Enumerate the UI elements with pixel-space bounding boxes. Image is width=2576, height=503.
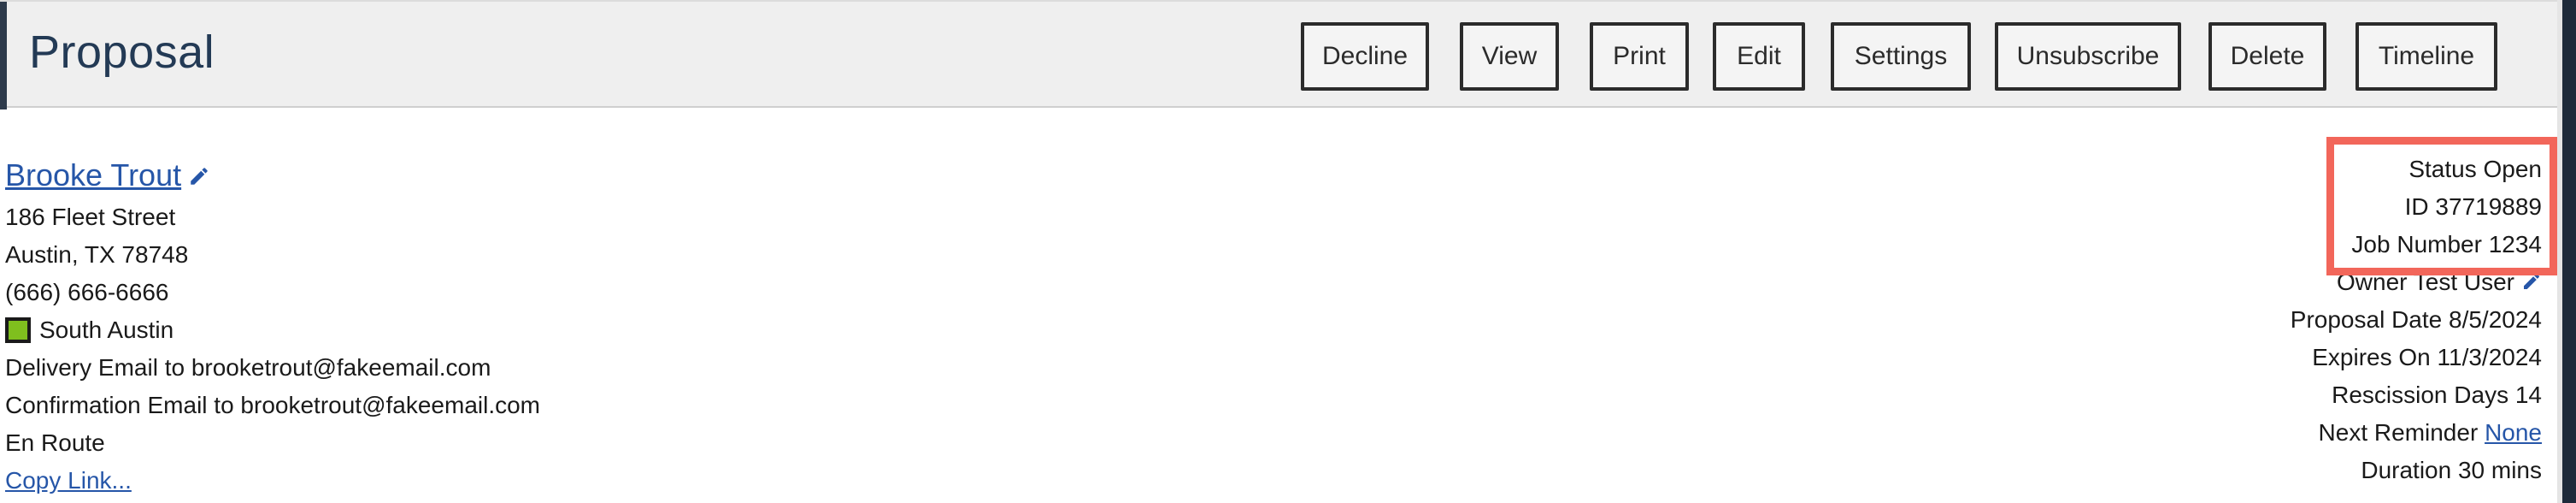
contact-name-link[interactable]: Brooke Trout [5, 157, 181, 192]
edit-pencil-icon[interactable] [188, 154, 210, 200]
delete-button[interactable]: Delete [2208, 22, 2326, 91]
rescission-days-value: Rescission Days 14 [2332, 382, 2542, 408]
print-button[interactable]: Print [1590, 22, 1689, 91]
territory-color-swatch [5, 317, 31, 343]
next-reminder-link[interactable]: None [2485, 419, 2542, 446]
address-line-1: 186 Fleet Street [5, 204, 176, 230]
header-accent-rule [0, 2, 7, 109]
duration-value: Duration 30 mins [2361, 457, 2542, 483]
status-note: En Route [5, 429, 105, 456]
copy-link[interactable]: Copy Link... [5, 467, 132, 494]
proposal-date-value: Proposal Date 8/5/2024 [2290, 306, 2542, 333]
contact-name-row: Brooke Trout [5, 152, 540, 198]
settings-button[interactable]: Settings [1831, 22, 1971, 91]
next-reminder-label: Next Reminder [2318, 419, 2479, 446]
page-header: Proposal Decline View Print Edit Setting… [0, 0, 2576, 109]
next-reminder-row: Next Reminder None [2291, 414, 2542, 452]
contact-info: Brooke Trout 186 Fleet Street Austin, TX… [5, 152, 540, 500]
timeline-button[interactable]: Timeline [2355, 22, 2497, 91]
unsubscribe-button[interactable]: Unsubscribe [1995, 22, 2181, 91]
territory-label: South Austin [39, 317, 174, 343]
expires-on-value: Expires On 11/3/2024 [2312, 344, 2542, 370]
delivery-email: Delivery Email to brooketrout@fakeemail.… [5, 354, 491, 381]
page-title: Proposal [29, 27, 215, 78]
view-button[interactable]: View [1460, 22, 1559, 91]
phone-number: (666) 666-6666 [5, 279, 169, 305]
address-line-2: Austin, TX 78748 [5, 241, 189, 268]
highlight-box [2326, 137, 2557, 275]
territory-row: South Austin [5, 311, 540, 349]
confirmation-email: Confirmation Email to brooketrout@fakeem… [5, 392, 541, 418]
decline-button[interactable]: Decline [1301, 22, 1429, 91]
copy-link-row: Copy Link... [5, 462, 540, 500]
edit-button[interactable]: Edit [1713, 22, 1805, 91]
scrollbar[interactable] [2562, 0, 2576, 503]
